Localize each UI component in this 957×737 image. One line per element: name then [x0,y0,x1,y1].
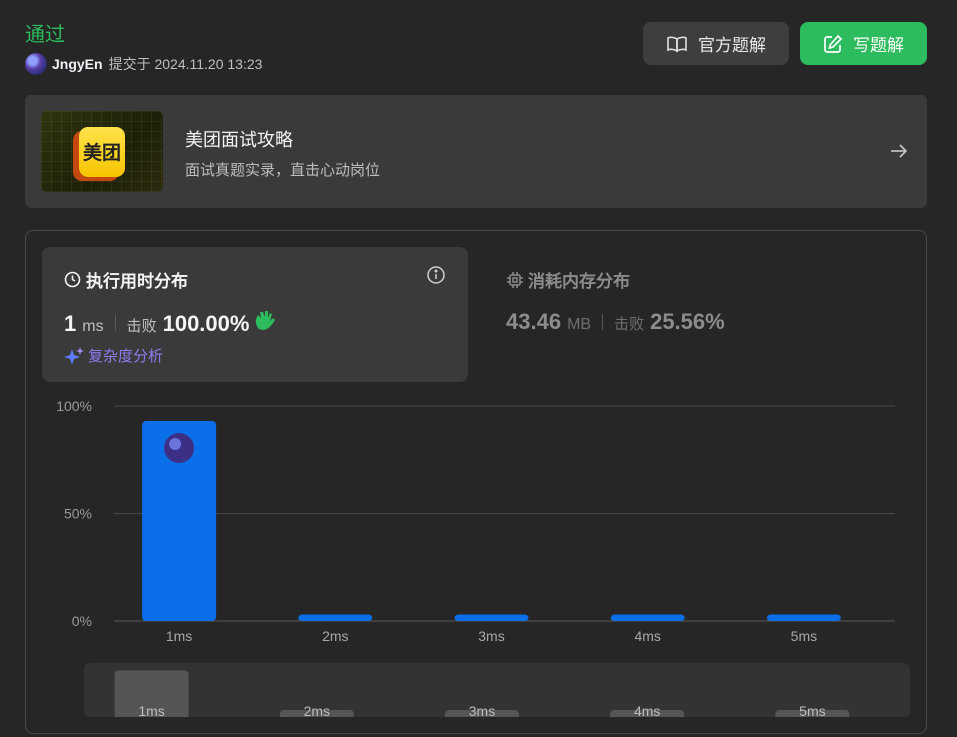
promo-title: 美团面试攻略 [185,130,293,150]
y-tick-label: 0% [72,613,92,629]
write-solution-button[interactable]: 写题解 [800,22,927,65]
bar-avatar [164,433,195,464]
arrow-right-icon [891,144,908,158]
navigator-bars: 1ms 2ms 3ms 4ms 5ms [114,670,850,717]
promo-description: 面试真题实录，直击心动岗位 [185,162,381,179]
x-tick-label: 3ms [478,628,504,644]
book-icon [667,36,687,52]
navigator-label: 4ms [634,703,660,717]
edit-icon [824,34,843,53]
y-tick-label: 50% [64,506,92,522]
avatar[interactable] [25,53,47,75]
x-tick-label: 5ms [791,628,817,644]
x-tick-label: 4ms [634,628,660,644]
bar-2ms[interactable] [298,614,373,621]
runtime-distribution-chart: 100% 50% 0% 1ms 2ms 3ms 4ms 5ms [56,398,895,644]
username[interactable]: JngyEn [52,56,103,72]
navigator-label: 5ms [799,703,825,717]
status-label: 通过 [25,24,65,46]
bar-5ms[interactable] [766,614,841,621]
result-panel: 执行用时分布 1 ms 击败 100.00% 复杂度分析 消耗内存分布 43.4… [25,230,927,734]
submission-info: JngyEn 提交于 2024.11.20 13:23 [25,53,262,75]
meituan-logo: 美团 [79,126,125,177]
x-tick-label: 1ms [166,628,192,644]
navigator-label: 3ms [469,703,495,717]
navigator-label: 1ms [138,703,164,717]
chart-navigator[interactable]: 1ms 2ms 3ms 4ms 5ms [84,663,910,717]
navigator-label: 2ms [304,703,330,717]
x-tick-label: 2ms [322,628,348,644]
bar-3ms[interactable] [454,614,529,621]
write-solution-label: 写题解 [853,36,904,55]
bar-avatar-highlight [169,438,182,451]
official-solution-label: 官方题解 [698,36,766,55]
promo-banner[interactable]: 美团 美团面试攻略 面试真题实录，直击心动岗位 [25,95,927,208]
y-tick-label: 100% [56,398,92,414]
submitted-time: 提交于 2024.11.20 13:23 [108,56,263,72]
promo-image: 美团 [41,111,163,192]
official-solution-button[interactable]: 官方题解 [643,22,789,65]
bar-4ms[interactable] [610,614,685,621]
